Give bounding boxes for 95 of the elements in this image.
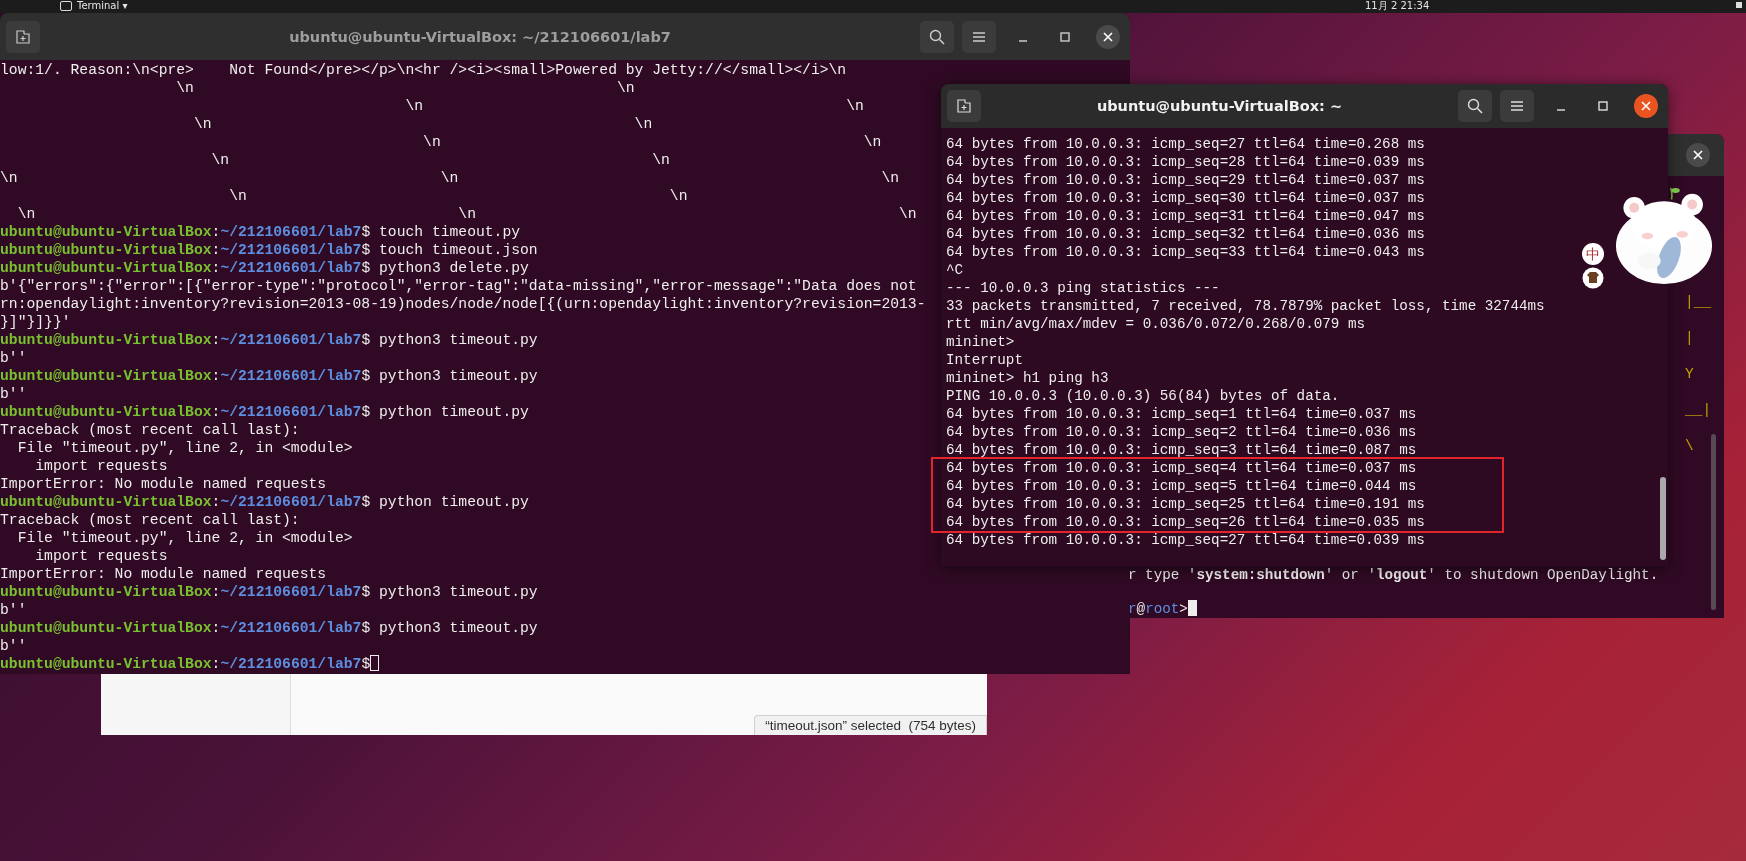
- terminal-line: \n \n: [422, 133, 882, 151]
- terminal-line: ubuntu@ubuntu-VirtualBox:~/212106601/lab7$ python3 timeout.py: [0, 331, 538, 349]
- terminal-line: b'': [0, 637, 27, 655]
- terminal-line: 64 bytes from 10.0.0.3: icmp_seq=26 ttl=64 time=0.035 ms: [931, 513, 1504, 533]
- app-menu[interactable]: Terminal ▾: [77, 0, 128, 12]
- terminal-line: PING 10.0.0.3 (10.0.0.3) 56(84) bytes of data.: [946, 387, 1340, 405]
- terminal-line: 64 bytes from 10.0.0.3: icmp_seq=27 ttl=64 time=0.268 ms: [946, 135, 1425, 153]
- terminal-line: r type 'system:shutdown' or 'logout' to shutdown OpenDaylight.: [1128, 566, 1659, 584]
- menu-icon: [972, 30, 986, 43]
- terminal-line: rn:opendaylight:inventory?revision=2013-08-19)nodes/node/node[{(urn:opendaylight:inventory?revision=2013-: [0, 295, 926, 313]
- terminal-line: b'{"errors":{"error":[{"error-type":"protocol","error-tag":"data-missing","error-message":"Data does not: [0, 277, 917, 295]
- close-button[interactable]: [1096, 24, 1120, 49]
- terminal-line: import requests: [34, 457, 168, 475]
- terminal-line: 64 bytes from 10.0.0.3: icmp_seq=31 ttl=64 time=0.047 ms: [946, 207, 1425, 225]
- menu-icon: [1510, 100, 1524, 112]
- terminal-line: import requests: [34, 547, 168, 565]
- terminal-line: 64 bytes from 10.0.0.3: icmp_seq=30 ttl=64 time=0.037 ms: [946, 189, 1425, 207]
- terminal-line: r@root>: [1128, 600, 1197, 618]
- terminal-line: b'': [0, 601, 27, 619]
- terminal-line: b'': [0, 385, 27, 403]
- menu-button[interactable]: [962, 20, 996, 53]
- terminal-line: 64 bytes from 10.0.0.3: icmp_seq=27 ttl=64 time=0.039 ms: [946, 531, 1425, 549]
- terminal-line: ImportError: No module named requests: [0, 475, 327, 493]
- terminal-line: 64 bytes from 10.0.0.3: icmp_seq=2 ttl=64 time=0.036 ms: [946, 423, 1417, 441]
- terminal-line: ubuntu@ubuntu-VirtualBox:~/212106601/lab7$ touch timeout.json: [0, 241, 538, 259]
- close-icon: [1693, 150, 1703, 160]
- terminal-line: File "timeout.py", line 2, in <module>: [16, 529, 353, 547]
- ascii-art-text: Y: [1685, 365, 1694, 384]
- terminal-line: mininet>: [946, 333, 1015, 351]
- terminal-line: ^C: [946, 261, 964, 279]
- status-label: “timeout.json” selected (754 bytes): [754, 715, 987, 735]
- ascii-art-text: __|: [1685, 401, 1712, 420]
- new-tab-icon: [15, 29, 31, 44]
- maximize-icon: [1598, 101, 1608, 111]
- scrollbar[interactable]: [1711, 434, 1716, 610]
- close-button[interactable]: [1634, 94, 1658, 118]
- new-tab-icon: [956, 99, 972, 113]
- clock[interactable]: 11月 2 21:34: [1365, 0, 1430, 12]
- terminal-line: Interrupt: [946, 351, 1023, 369]
- terminal-line: ubuntu@ubuntu-VirtualBox:~/212106601/lab7$ python timeout.py: [0, 493, 529, 511]
- terminal-icon[interactable]: [60, 1, 72, 11]
- terminal-line: ubuntu@ubuntu-VirtualBox:~/212106601/lab7$ python3 timeout.py: [0, 619, 538, 637]
- terminal-line: 33 packets transmitted, 7 received, 78.7879% packet loss, time 32744ms: [946, 297, 1545, 315]
- terminal-line: ubuntu@ubuntu-VirtualBox:~/212106601/lab7$ python3 delete.py: [0, 259, 529, 277]
- terminal-line: \n \n: [228, 187, 688, 205]
- terminal-line: rtt min/avg/max/mdev = 0.036/0.072/0.268/0.079 ms: [946, 315, 1366, 333]
- terminal-line: --- 10.0.0.3 ping statistics ---: [946, 279, 1220, 297]
- search-button[interactable]: [1458, 90, 1492, 122]
- terminal-line: 64 bytes from 10.0.0.3: icmp_seq=25 ttl=64 time=0.191 ms: [931, 495, 1504, 513]
- search-icon: [929, 28, 945, 45]
- terminal-line: 64 bytes from 10.0.0.3: icmp_seq=29 ttl=64 time=0.037 ms: [946, 171, 1425, 189]
- terminal-line: Traceback (most recent call last):: [0, 511, 300, 529]
- terminal-line: ubuntu@ubuntu-VirtualBox:~/212106601/lab7$ python timeout.py: [0, 403, 529, 421]
- terminal-line: 64 bytes from 10.0.0.3: icmp_seq=5 ttl=64 time=0.044 ms: [931, 477, 1504, 495]
- scrollbar[interactable]: [1660, 477, 1666, 560]
- terminal-line: 64 bytes from 10.0.0.3: icmp_seq=1 ttl=64 time=0.037 ms: [946, 405, 1417, 423]
- terminal-line: mininet> h1 ping h3: [946, 369, 1109, 387]
- terminal-line: ubuntu@ubuntu-VirtualBox:~/212106601/lab7$ python3 timeout.py: [0, 583, 538, 601]
- ascii-art-text: |__: [1685, 293, 1712, 312]
- terminal-line: File "timeout.py", line 2, in <module>: [16, 439, 353, 457]
- terminal-line: ubuntu@ubuntu-VirtualBox:~/212106601/lab7$ touch timeout.py: [0, 223, 521, 241]
- terminal-line: low:1/. Reason:\n<pre> Not Found</pre></p>\n<hr /><i><small>Powered by Jetty://</small></i>\n: [0, 61, 847, 79]
- close-button[interactable]: [1686, 143, 1710, 167]
- search-button[interactable]: [920, 20, 954, 53]
- terminal-line: \n \n \n: [0, 169, 900, 187]
- new-tab-button[interactable]: [947, 90, 981, 122]
- terminal-line: 64 bytes from 10.0.0.3: icmp_seq=32 ttl=64 time=0.036 ms: [946, 225, 1425, 243]
- ascii-art-text: |: [1685, 329, 1694, 348]
- ascii-art-text: \: [1685, 437, 1694, 456]
- window-title: ubuntu@ubuntu-VirtualBox: ~: [1095, 98, 1344, 114]
- terminal-line: ubuntu@ubuntu-VirtualBox:~/212106601/lab7$: [0, 655, 380, 673]
- terminal-line: ImportError: No module named requests: [0, 565, 327, 583]
- terminal-line: Traceback (most recent call last):: [0, 421, 300, 439]
- terminal-line: 64 bytes from 10.0.0.3: icmp_seq=4 ttl=64 time=0.037 ms: [931, 457, 1504, 477]
- terminal-line: 64 bytes from 10.0.0.3: icmp_seq=28 ttl=64 time=0.039 ms: [946, 153, 1425, 171]
- terminal-line: \n \n \n: [16, 205, 917, 223]
- terminal-line: \n \n: [210, 151, 670, 169]
- terminal-line: 64 bytes from 10.0.0.3: icmp_seq=3 ttl=64 time=0.087 ms: [946, 441, 1417, 459]
- menu-button[interactable]: [1500, 90, 1534, 122]
- terminal-line: \n \n: [175, 79, 635, 97]
- shirt-icon[interactable]: [1582, 267, 1604, 289]
- close-icon: [1641, 101, 1651, 111]
- terminal-line: 64 bytes from 10.0.0.3: icmp_seq=33 ttl=64 time=0.043 ms: [946, 243, 1425, 261]
- window-title: ubuntu@ubuntu-VirtualBox: ~/212106601/lab7: [288, 28, 672, 45]
- close-icon: [1103, 31, 1113, 42]
- terminal-line: \n \n: [192, 115, 653, 133]
- terminal-line: b'': [0, 349, 27, 367]
- minimize-icon: [1018, 39, 1028, 42]
- new-tab-button[interactable]: [6, 20, 40, 53]
- maximize-icon: [1060, 31, 1070, 42]
- terminal-line: ubuntu@ubuntu-VirtualBox:~/212106601/lab7$ python3 timeout.py: [0, 367, 538, 385]
- terminal-line: }]"}]}}': [0, 313, 71, 331]
- minimize-icon: [1556, 109, 1566, 111]
- search-icon: [1467, 98, 1483, 114]
- terminal-line: \n \n: [404, 97, 864, 115]
